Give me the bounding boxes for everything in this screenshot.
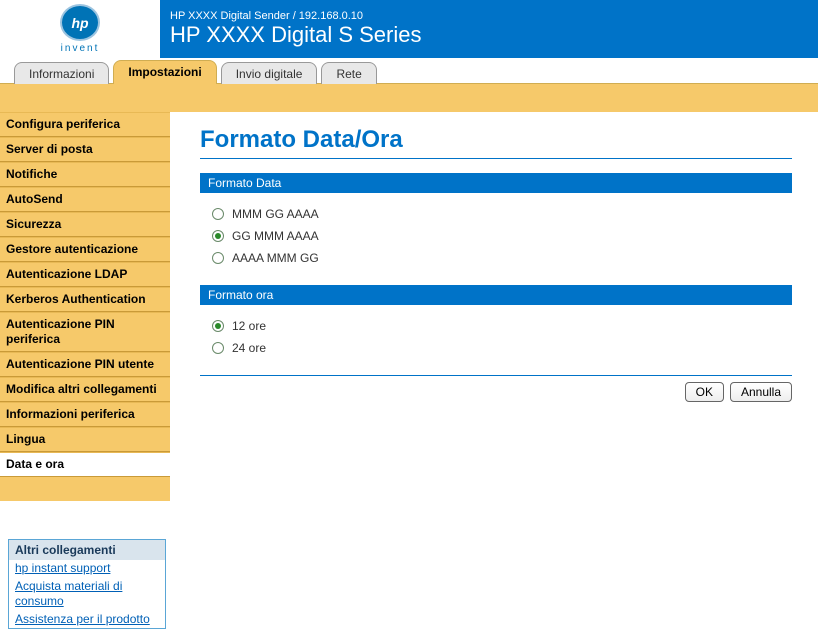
sidebar-item-autenticazione-pin-utente[interactable]: Autenticazione PIN utente <box>0 352 170 377</box>
sidebar: Configura periferica Server di posta Not… <box>0 112 170 501</box>
hp-logo-icon: hp <box>60 4 100 41</box>
radio-icon <box>212 230 224 242</box>
link-assistenza-prodotto[interactable]: Assistenza per il prodotto <box>9 611 165 629</box>
sidebar-item-data-e-ora[interactable]: Data e ora <box>0 452 170 477</box>
radio-icon <box>212 342 224 354</box>
radio-label: 24 ore <box>232 341 266 355</box>
link-hp-instant-support[interactable]: hp instant support <box>9 560 165 578</box>
sidebar-item-autosend[interactable]: AutoSend <box>0 187 170 212</box>
radio-label: MMM GG AAAA <box>232 207 319 221</box>
hp-logo-word: invent <box>61 43 100 54</box>
title-area: HP XXXX Digital Sender / 192.168.0.10 HP… <box>160 0 818 58</box>
other-links-box: Altri collegamenti hp instant support Ac… <box>8 539 166 629</box>
time-format-group: 12 ore 24 ore <box>200 315 792 375</box>
product-title: HP XXXX Digital S Series <box>170 22 818 48</box>
radio-icon <box>212 252 224 264</box>
hp-logo: hp invent <box>50 4 110 54</box>
tabs: Informazioni Impostazioni Invio digitale… <box>0 58 818 84</box>
section-head-time: Formato ora <box>200 285 792 305</box>
date-option-0[interactable]: MMM GG AAAA <box>212 203 792 225</box>
tab-invio-digitale[interactable]: Invio digitale <box>221 62 318 84</box>
date-option-1[interactable]: GG MMM AAAA <box>212 225 792 247</box>
sidebar-spacer <box>0 477 170 501</box>
sidebar-item-modifica-altri-collegamenti[interactable]: Modifica altri collegamenti <box>0 377 170 402</box>
radio-label: GG MMM AAAA <box>232 229 319 243</box>
page-title: Formato Data/Ora <box>200 120 792 159</box>
sidebar-item-notifiche[interactable]: Notifiche <box>0 162 170 187</box>
tab-impostazioni[interactable]: Impostazioni <box>113 60 216 84</box>
button-row: OK Annulla <box>200 375 792 402</box>
radio-label: 12 ore <box>232 319 266 333</box>
tab-rete[interactable]: Rete <box>321 62 376 84</box>
sidebar-item-gestore-autenticazione[interactable]: Gestore autenticazione <box>0 237 170 262</box>
tabs-row: Informazioni Impostazioni Invio digitale… <box>0 58 818 84</box>
tab-band <box>0 84 818 112</box>
sidebar-item-autenticazione-pin-periferica[interactable]: Autenticazione PIN periferica <box>0 312 170 352</box>
link-acquista-materiali[interactable]: Acquista materiali di consumo <box>9 578 165 611</box>
date-option-2[interactable]: AAAA MMM GG <box>212 247 792 269</box>
logo-area: hp invent <box>0 0 160 58</box>
content: Formato Data/Ora Formato Data MMM GG AAA… <box>174 112 818 637</box>
breadcrumb: HP XXXX Digital Sender / 192.168.0.10 <box>170 10 818 22</box>
tab-informazioni[interactable]: Informazioni <box>14 62 109 84</box>
date-format-group: MMM GG AAAA GG MMM AAAA AAAA MMM GG <box>200 203 792 285</box>
sidebar-item-autenticazione-ldap[interactable]: Autenticazione LDAP <box>0 262 170 287</box>
sidebar-item-sicurezza[interactable]: Sicurezza <box>0 212 170 237</box>
header: hp invent HP XXXX Digital Sender / 192.1… <box>0 0 818 58</box>
radio-label: AAAA MMM GG <box>232 251 319 265</box>
sidebar-item-server-di-posta[interactable]: Server di posta <box>0 137 170 162</box>
cancel-button[interactable]: Annulla <box>730 382 792 402</box>
time-option-0[interactable]: 12 ore <box>212 315 792 337</box>
sidebar-item-informazioni-periferica[interactable]: Informazioni periferica <box>0 402 170 427</box>
time-option-1[interactable]: 24 ore <box>212 337 792 359</box>
other-links-title: Altri collegamenti <box>9 540 165 560</box>
ok-button[interactable]: OK <box>685 382 724 402</box>
left-column: Configura periferica Server di posta Not… <box>0 112 174 637</box>
section-head-date: Formato Data <box>200 173 792 193</box>
sidebar-item-kerberos-authentication[interactable]: Kerberos Authentication <box>0 287 170 312</box>
radio-icon <box>212 208 224 220</box>
sidebar-item-configura-periferica[interactable]: Configura periferica <box>0 112 170 137</box>
sidebar-item-lingua[interactable]: Lingua <box>0 427 170 452</box>
main: Configura periferica Server di posta Not… <box>0 112 818 637</box>
radio-icon <box>212 320 224 332</box>
